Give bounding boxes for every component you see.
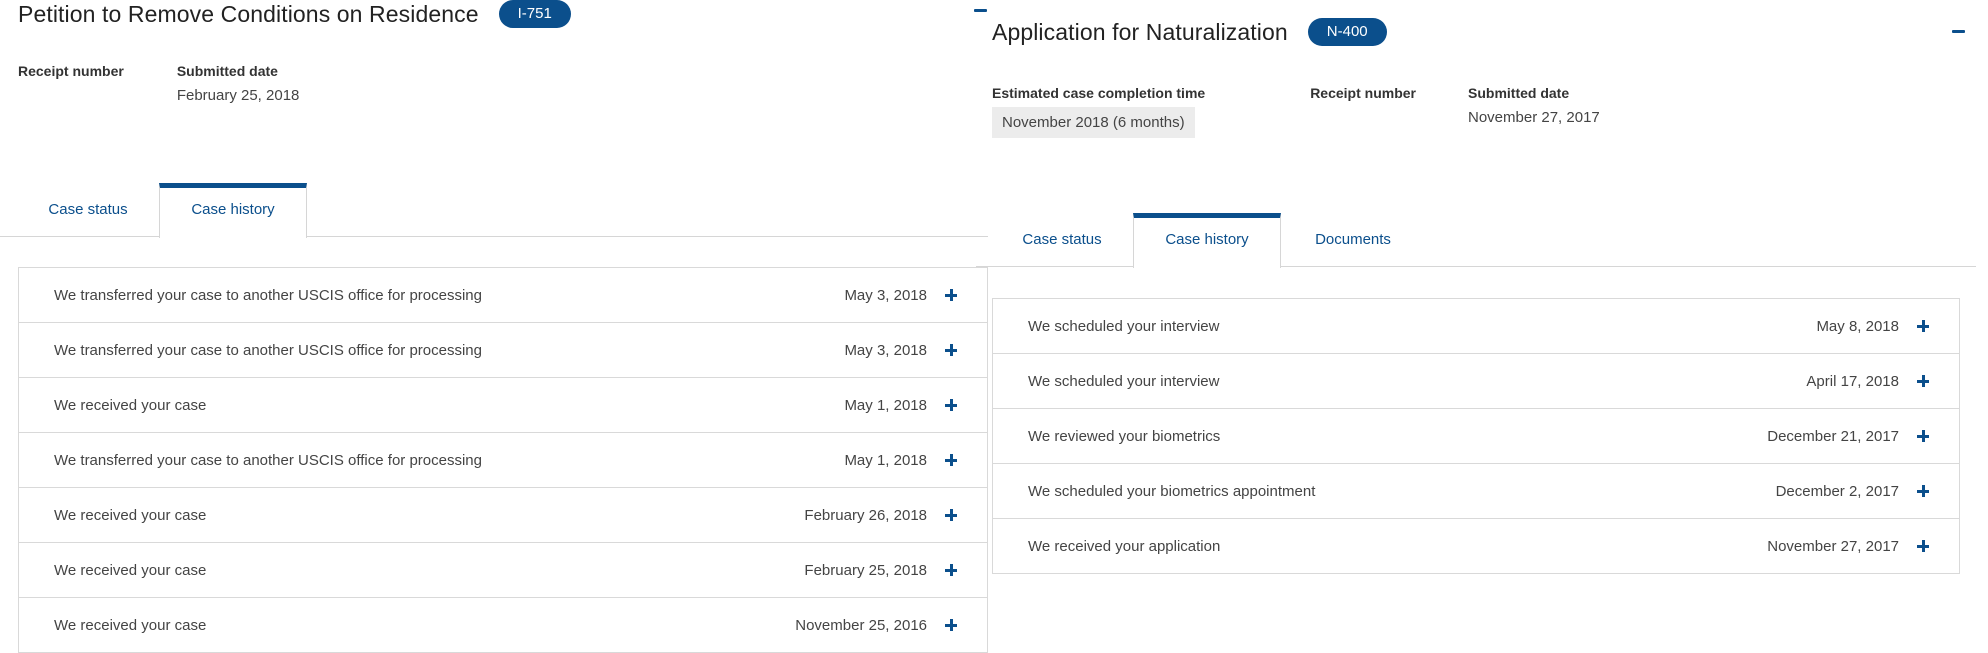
case-history-list: We transferred your case to another USCI…: [18, 267, 988, 653]
history-description: We received your case: [54, 506, 207, 524]
history-date: May 8, 2018: [1816, 317, 1899, 335]
history-description: We received your application: [1028, 537, 1221, 555]
receipt-number-field: Receipt number: [18, 63, 124, 104]
receipt-number-label: Receipt number: [18, 63, 124, 79]
tab-documents[interactable]: Documents: [1282, 213, 1424, 267]
history-description: We transferred your case to another USCI…: [54, 341, 482, 359]
history-description: We received your case: [54, 561, 207, 579]
history-description: We received your case: [54, 616, 207, 634]
history-date: December 2, 2017: [1775, 482, 1899, 500]
history-item[interactable]: We received your case November 25, 2016: [19, 598, 987, 653]
tab-case-history[interactable]: Case history: [1133, 213, 1281, 268]
history-date: November 27, 2017: [1767, 537, 1899, 555]
case-header: Petition to Remove Conditions on Residen…: [18, 0, 571, 28]
history-item[interactable]: We transferred your case to another USCI…: [19, 268, 987, 323]
history-item[interactable]: We scheduled your interview May 8, 2018: [993, 299, 1959, 354]
history-item[interactable]: We transferred your case to another USCI…: [19, 323, 987, 378]
submitted-date-label: Submitted date: [1468, 85, 1570, 101]
history-date: April 17, 2018: [1806, 372, 1899, 390]
submitted-date-field: Submitted date November 27, 2017: [1468, 85, 1600, 138]
history-item[interactable]: We scheduled your interview April 17, 20…: [993, 354, 1959, 409]
case-card-n400: Application for Naturalization N-400 Est…: [976, 0, 1976, 644]
history-item[interactable]: We scheduled your biometrics appointment…: [993, 464, 1959, 519]
tab-case-history[interactable]: Case history: [159, 183, 307, 238]
history-item[interactable]: We received your case February 26, 2018: [19, 488, 987, 543]
plus-icon[interactable]: [1917, 320, 1929, 332]
history-item[interactable]: We received your case May 1, 2018: [19, 378, 987, 433]
plus-icon[interactable]: [945, 509, 957, 521]
case-history-list: We scheduled your interview May 8, 2018 …: [992, 298, 1960, 574]
submitted-date-label: Submitted date: [176, 63, 278, 79]
plus-icon[interactable]: [1917, 485, 1929, 497]
plus-icon[interactable]: [945, 564, 957, 576]
estimated-completion-value: November 2018 (6 months): [992, 107, 1195, 138]
receipt-number-label: Receipt number: [1310, 85, 1416, 101]
history-description: We received your case: [54, 396, 207, 414]
history-date: December 21, 2017: [1767, 427, 1899, 445]
case-tabs: Case status Case history: [0, 183, 988, 238]
form-badge: N-400: [1307, 18, 1387, 46]
minus-icon[interactable]: [1952, 30, 1965, 33]
history-date: May 3, 2018: [844, 341, 927, 359]
tab-case-status[interactable]: Case status: [18, 183, 158, 237]
case-tabs: Case status Case history Documents: [976, 213, 1976, 268]
submitted-date-value: November 27, 2017: [1468, 109, 1600, 126]
plus-icon[interactable]: [945, 454, 957, 466]
case-meta: Receipt number Submitted date February 2…: [18, 63, 352, 104]
history-item[interactable]: We received your application November 27…: [993, 519, 1959, 574]
plus-icon[interactable]: [945, 289, 957, 301]
case-title: Petition to Remove Conditions on Residen…: [18, 0, 479, 27]
history-description: We scheduled your interview: [1028, 317, 1220, 335]
plus-icon[interactable]: [945, 399, 957, 411]
history-date: February 26, 2018: [804, 506, 927, 524]
history-date: May 3, 2018: [844, 286, 927, 304]
form-badge: I-751: [498, 0, 571, 28]
plus-icon[interactable]: [1917, 540, 1929, 552]
history-date: November 25, 2016: [795, 616, 927, 634]
plus-icon[interactable]: [945, 344, 957, 356]
history-date: May 1, 2018: [844, 451, 927, 469]
history-item[interactable]: We received your case February 25, 2018: [19, 543, 987, 598]
case-card-i751: Petition to Remove Conditions on Residen…: [0, 0, 988, 653]
history-date: February 25, 2018: [804, 561, 927, 579]
estimated-completion-label: Estimated case completion time: [992, 85, 1206, 101]
history-item[interactable]: We reviewed your biometrics December 21,…: [993, 409, 1959, 464]
receipt-number-field: Receipt number: [1310, 85, 1416, 138]
history-description: We reviewed your biometrics: [1028, 427, 1221, 445]
estimated-completion-field: Estimated case completion time November …: [992, 85, 1205, 138]
history-item[interactable]: We transferred your case to another USCI…: [19, 433, 987, 488]
case-title: Application for Naturalization: [992, 18, 1288, 45]
history-description: We scheduled your interview: [1028, 372, 1220, 390]
plus-icon[interactable]: [1917, 430, 1929, 442]
history-description: We scheduled your biometrics appointment: [1028, 482, 1316, 500]
history-description: We transferred your case to another USCI…: [54, 286, 482, 304]
history-description: We transferred your case to another USCI…: [54, 451, 482, 469]
plus-icon[interactable]: [945, 619, 957, 631]
case-header: Application for Naturalization N-400: [992, 18, 1387, 46]
history-date: May 1, 2018: [844, 396, 927, 414]
tab-case-status[interactable]: Case status: [992, 213, 1132, 267]
submitted-date-value: February 25, 2018: [176, 87, 300, 104]
case-meta: Estimated case completion time November …: [992, 85, 1653, 138]
submitted-date-field: Submitted date February 25, 2018: [177, 63, 300, 104]
plus-icon[interactable]: [1917, 375, 1929, 387]
